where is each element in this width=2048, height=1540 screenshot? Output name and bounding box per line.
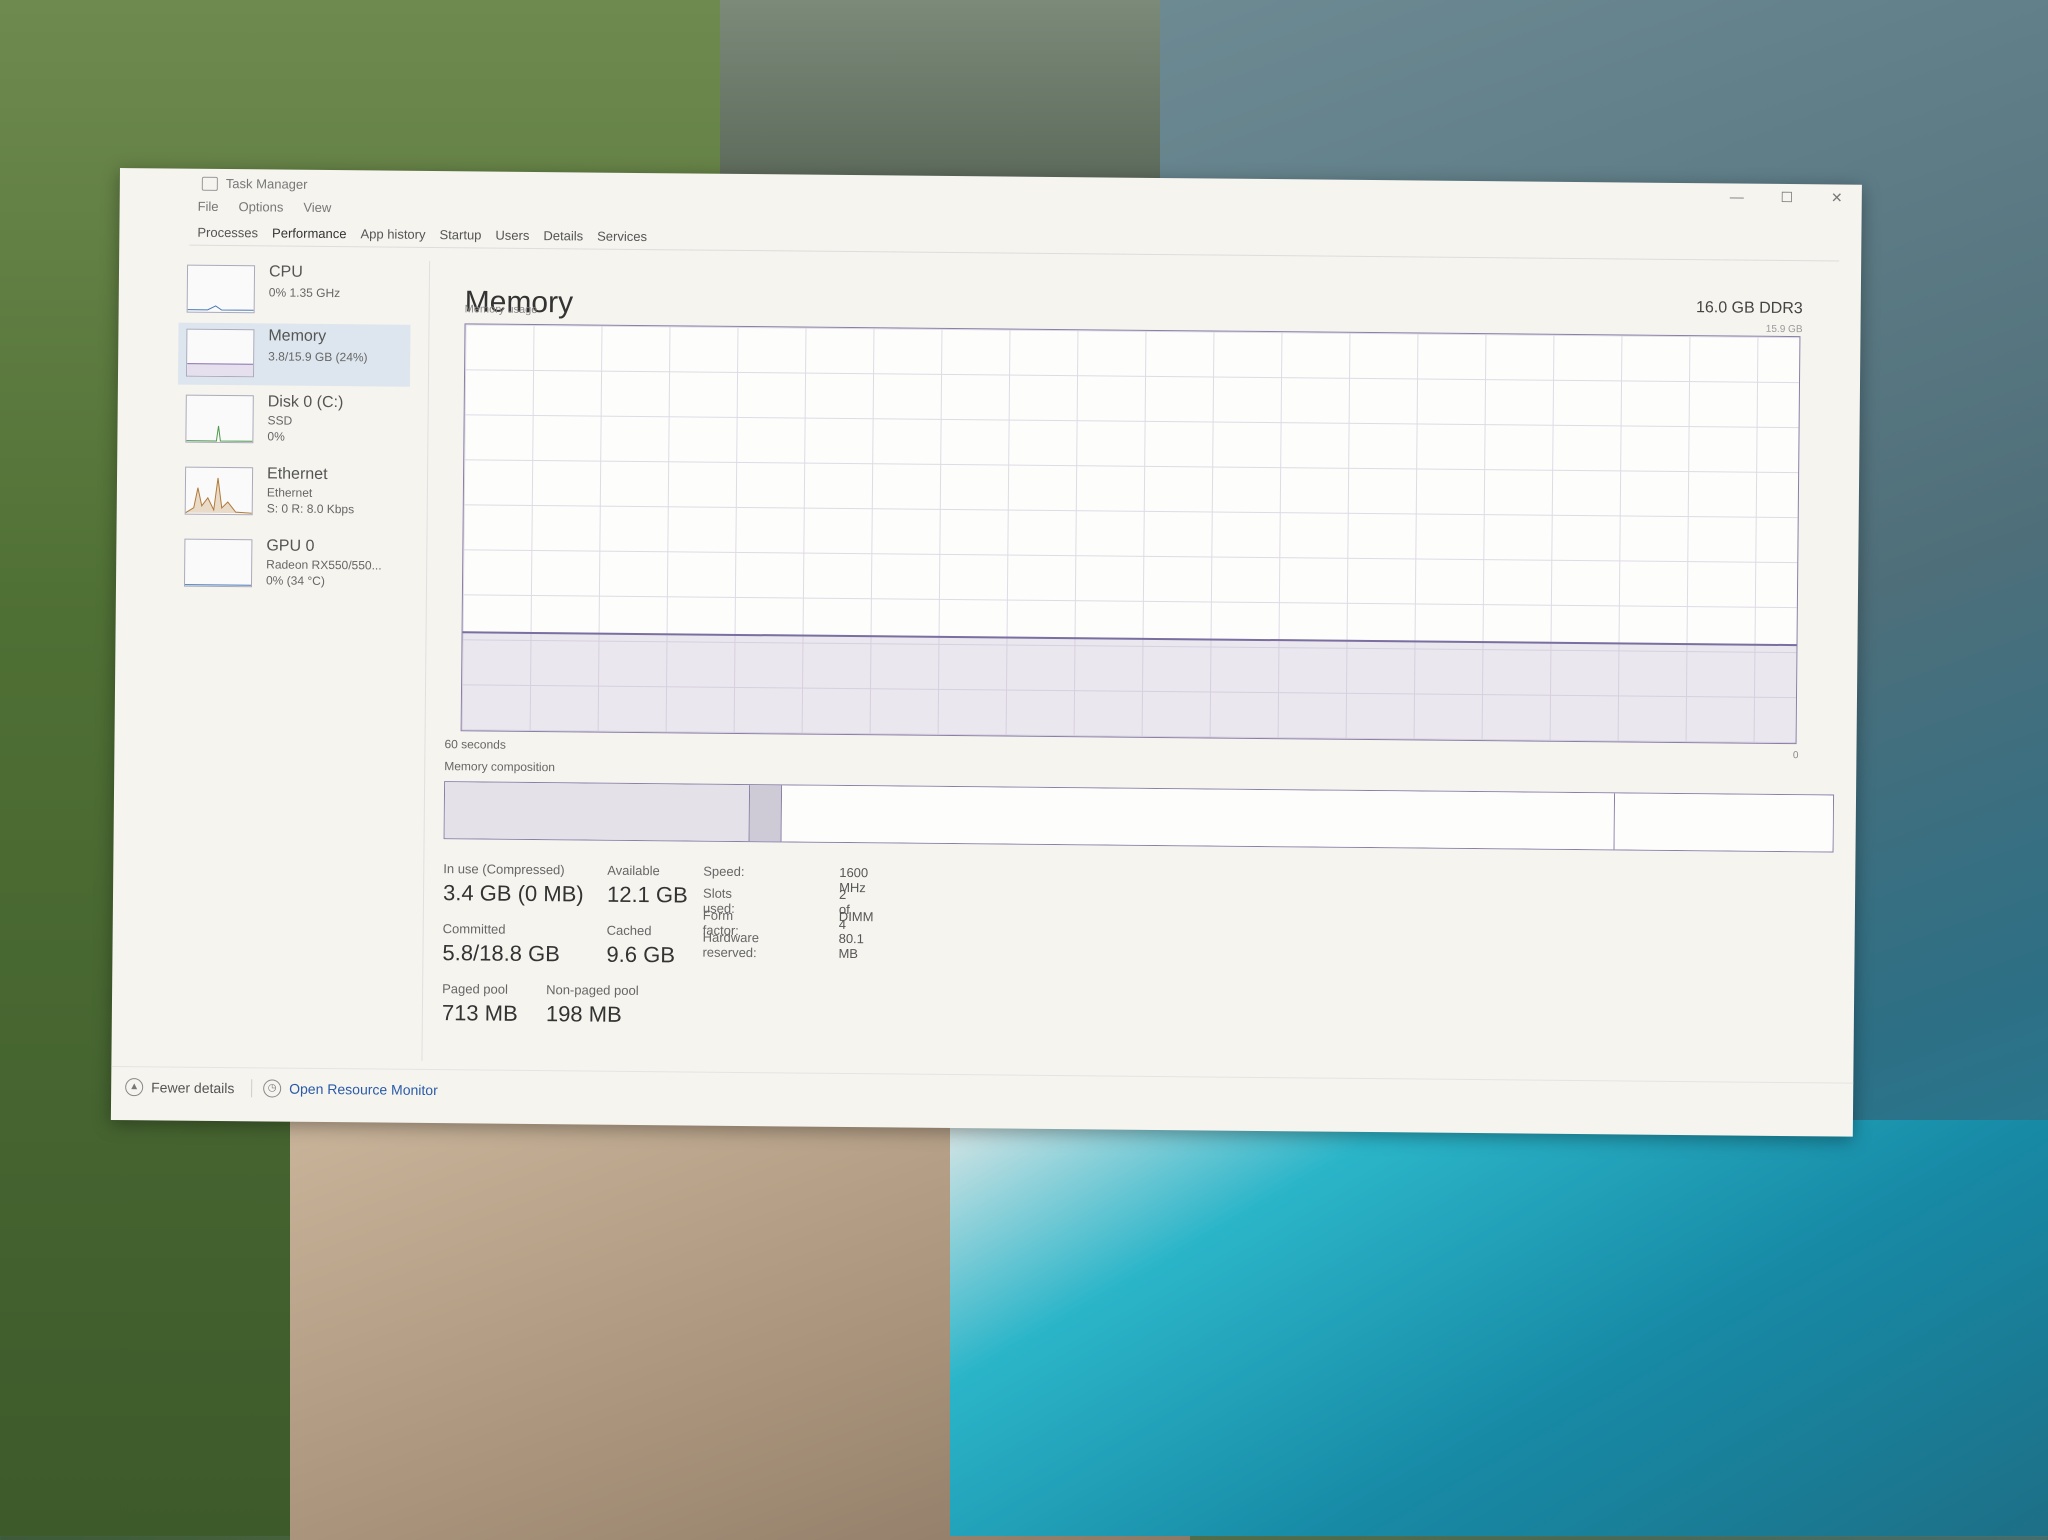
stat-paged-pool: Paged pool 713 MB	[442, 981, 518, 1027]
sidebar-item-detail: 0% 1.35 GHz	[269, 285, 341, 300]
memory-panel: Memory 16.0 GB DDR3 Memory usage 15.9 GB…	[449, 261, 1839, 274]
sidebar-item-label: CPU	[269, 263, 303, 281]
memory-usage-graph	[461, 323, 1801, 744]
tab-app-history[interactable]: App history	[360, 226, 425, 247]
resource-monitor-label: Open Resource Monitor	[289, 1081, 438, 1098]
graph-time-axis-label: 60 seconds	[444, 737, 506, 752]
footer: ▲ Fewer details ◷ Open Resource Monitor	[111, 1066, 1853, 1123]
sidebar-item-ethernet[interactable]: Ethernet Ethernet S: 0 R: 8.0 Kbps	[177, 461, 410, 525]
stat-value: 198 MB	[546, 1001, 639, 1028]
sidebar-item-label: GPU 0	[266, 537, 314, 555]
menu-options[interactable]: Options	[238, 199, 283, 219]
stat-value: 713 MB	[442, 1000, 518, 1027]
stat-value: 5.8/18.8 GB	[442, 940, 560, 967]
chevron-up-icon: ▲	[125, 1078, 143, 1096]
memory-thumbnail-graph	[186, 329, 254, 378]
sidebar-item-usage: 0% (34 °C)	[266, 573, 325, 588]
memory-composition-label: Memory composition	[444, 759, 555, 774]
fewer-details-label: Fewer details	[151, 1079, 234, 1096]
sidebar-item-detail: Radeon RX550/550...	[266, 557, 382, 572]
menu-view[interactable]: View	[303, 200, 331, 220]
sidebar-item-label: Memory	[268, 327, 326, 346]
menu-file[interactable]: File	[198, 199, 219, 219]
sidebar-item-detail: Ethernet	[267, 485, 313, 499]
wallpaper-water	[950, 1120, 2048, 1536]
memory-properties: Speed: 1600 MHz Slots used: 2 of 4 Form …	[703, 864, 704, 952]
memory-usage-label: Memory usage	[465, 303, 538, 316]
stat-label: In use (Compressed)	[443, 861, 584, 877]
stat-cached: Cached 9.6 GB	[606, 923, 675, 969]
disk-thumbnail-graph	[185, 395, 253, 444]
sidebar-item-detail: SSD	[268, 413, 293, 427]
tab-processes[interactable]: Processes	[197, 225, 258, 246]
graph-zero-label: 0	[1793, 750, 1799, 761]
tab-performance[interactable]: Performance	[272, 225, 347, 246]
sidebar-item-cpu[interactable]: CPU 0% 1.35 GHz	[179, 259, 412, 323]
composition-standby-segment[interactable]	[782, 785, 1615, 849]
maximize-button[interactable]: ☐	[1772, 188, 1802, 206]
gpu-thumbnail-graph	[184, 539, 252, 588]
stat-label: Non-paged pool	[546, 982, 639, 998]
close-button[interactable]: ✕	[1822, 188, 1852, 206]
property-key: Speed:	[703, 864, 744, 879]
stat-non-paged-pool: Non-paged pool 198 MB	[546, 982, 639, 1028]
minimize-button[interactable]: —	[1722, 187, 1752, 205]
memory-spec: 16.0 GB DDR3	[1696, 299, 1803, 318]
stat-value: 3.4 GB (0 MB)	[443, 880, 584, 907]
tab-details[interactable]: Details	[543, 228, 583, 248]
property-key: Hardware reserved:	[702, 930, 759, 961]
stat-in-use: In use (Compressed) 3.4 GB (0 MB)	[443, 861, 584, 907]
memory-usage-max: 15.9 GB	[1766, 324, 1803, 335]
stat-label: Available	[607, 863, 688, 879]
menu-bar: File Options View	[198, 199, 332, 220]
wallpaper-rock	[720, 0, 1180, 180]
fewer-details-button[interactable]: ▲ Fewer details	[125, 1078, 234, 1097]
stat-label: Paged pool	[442, 981, 518, 997]
sidebar-item-detail: 3.8/15.9 GB (24%)	[268, 349, 368, 364]
property-value: 80.1 MB	[838, 931, 864, 961]
tab-users[interactable]: Users	[495, 228, 529, 248]
sidebar-divider	[421, 261, 430, 1061]
stat-value: 12.1 GB	[607, 882, 688, 909]
sidebar-item-usage: 0%	[267, 429, 284, 443]
ethernet-thumbnail-graph	[185, 467, 253, 516]
performance-sidebar: CPU 0% 1.35 GHz Memory 3.8/15.9 GB (24%)…	[172, 259, 419, 1001]
composition-free-segment[interactable]	[1615, 793, 1833, 851]
tab-divider	[189, 245, 1839, 262]
memory-usage-fill	[462, 631, 1797, 743]
stat-value: 9.6 GB	[606, 942, 675, 969]
composition-in-use-segment[interactable]	[445, 782, 751, 841]
composition-modified-segment[interactable]	[750, 785, 782, 841]
sidebar-item-throughput: S: 0 R: 8.0 Kbps	[267, 501, 355, 516]
sidebar-item-label: Disk 0 (C:)	[268, 393, 344, 412]
tab-services[interactable]: Services	[597, 229, 647, 249]
property-value: DIMM	[839, 909, 874, 924]
tab-startup[interactable]: Startup	[439, 227, 481, 247]
task-manager-icon	[202, 177, 218, 191]
cpu-thumbnail-graph	[187, 265, 255, 314]
task-manager-window: Task Manager — ☐ ✕ File Options View Pro…	[111, 168, 1862, 1137]
sidebar-item-label: Ethernet	[267, 465, 328, 484]
footer-separator	[251, 1079, 252, 1097]
sidebar-item-memory[interactable]: Memory 3.8/15.9 GB (24%)	[178, 323, 411, 387]
open-resource-monitor-link[interactable]: ◷ Open Resource Monitor	[263, 1079, 438, 1099]
window-title: Task Manager	[226, 176, 308, 192]
stat-label: Cached	[607, 923, 676, 939]
stat-available: Available 12.1 GB	[607, 863, 688, 909]
stat-label: Committed	[443, 921, 561, 937]
stat-committed: Committed 5.8/18.8 GB	[442, 921, 560, 967]
sidebar-item-disk[interactable]: Disk 0 (C:) SSD 0%	[177, 389, 410, 453]
sidebar-item-gpu[interactable]: GPU 0 Radeon RX550/550... 0% (34 °C)	[176, 533, 409, 597]
resource-monitor-icon: ◷	[263, 1079, 281, 1097]
memory-composition-bar	[444, 781, 1834, 852]
